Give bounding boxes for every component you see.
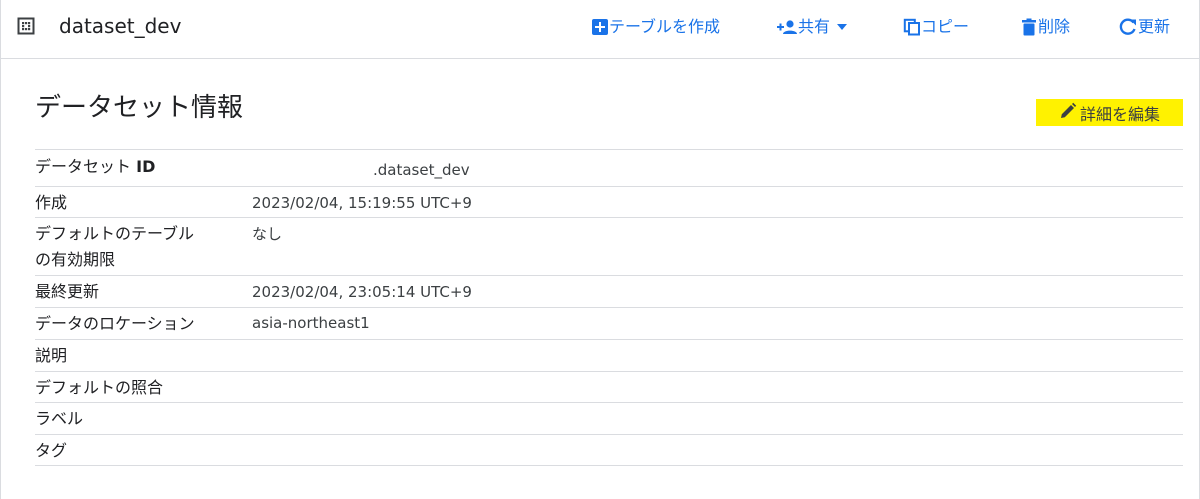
copy-button[interactable]: コピー: [903, 14, 969, 40]
copy-icon: [903, 18, 921, 36]
last-modified-value: 2023/02/04, 23:05:14 UTC+9: [252, 283, 472, 301]
share-label: 共有: [798, 17, 831, 36]
create-table-button[interactable]: テーブルを作成: [591, 14, 720, 40]
refresh-icon: [1118, 18, 1138, 36]
refresh-button[interactable]: 更新: [1118, 14, 1170, 40]
last-modified-key: 最終更新: [35, 282, 100, 301]
dataset-header: dataset_dev テーブルを作成 共有 コピー 削除 更新: [1, 0, 1199, 59]
dataset-id-value: .dataset_dev: [373, 161, 470, 179]
copy-label: コピー: [921, 17, 970, 36]
default-expiration-key-line1: デフォルトのテーブル: [35, 224, 195, 243]
row-tags: タグ: [35, 434, 1183, 465]
dataset-title: dataset_dev: [59, 14, 182, 38]
section-title: データセット情報: [35, 93, 244, 123]
default-expiration-key-line2: の有効期限: [35, 250, 116, 269]
row-default-expiration: デフォルトのテーブル の有効期限 なし: [35, 217, 1183, 275]
delete-label: 削除: [1038, 17, 1071, 36]
row-location: データのロケーション asia-northeast1: [35, 307, 1183, 339]
edit-details-button[interactable]: 詳細を編集: [1036, 99, 1183, 126]
default-expiration-value: なし: [252, 225, 283, 243]
row-last-modified: 最終更新 2023/02/04, 23:05:14 UTC+9: [35, 275, 1183, 307]
dataset-id-key: データセット ID: [35, 157, 156, 176]
row-description: 説明: [35, 339, 1183, 371]
created-value: 2023/02/04, 15:19:55 UTC+9: [252, 194, 472, 212]
create-table-label: テーブルを作成: [609, 17, 721, 36]
collation-key: デフォルトの照合: [35, 378, 164, 397]
labels-key: ラベル: [35, 409, 84, 428]
add-box-icon: [591, 18, 609, 36]
location-value: asia-northeast1: [252, 314, 370, 332]
delete-button[interactable]: 削除: [1020, 14, 1070, 40]
person-add-icon: [776, 18, 798, 36]
share-button[interactable]: 共有: [776, 14, 848, 40]
table-bottom-divider: [35, 465, 1183, 466]
dataset-details-page: dataset_dev テーブルを作成 共有 コピー 削除 更新 データセット情…: [0, 0, 1200, 499]
created-key: 作成: [35, 193, 68, 212]
row-created: 作成 2023/02/04, 15:19:55 UTC+9: [35, 186, 1183, 217]
row-collation: デフォルトの照合: [35, 371, 1183, 402]
pencil-icon: [1059, 102, 1080, 124]
row-dataset-id: データセット ID .dataset_dev: [35, 149, 1183, 186]
description-key: 説明: [35, 346, 68, 365]
caret-down-icon: [836, 23, 848, 31]
row-labels: ラベル: [35, 402, 1183, 434]
tags-key: タグ: [35, 441, 68, 460]
location-key: データのロケーション: [35, 314, 195, 333]
refresh-label: 更新: [1138, 17, 1171, 36]
dataset-grid-icon: [17, 17, 35, 35]
edit-details-label: 詳細を編集: [1079, 104, 1160, 124]
trash-icon: [1020, 18, 1038, 36]
